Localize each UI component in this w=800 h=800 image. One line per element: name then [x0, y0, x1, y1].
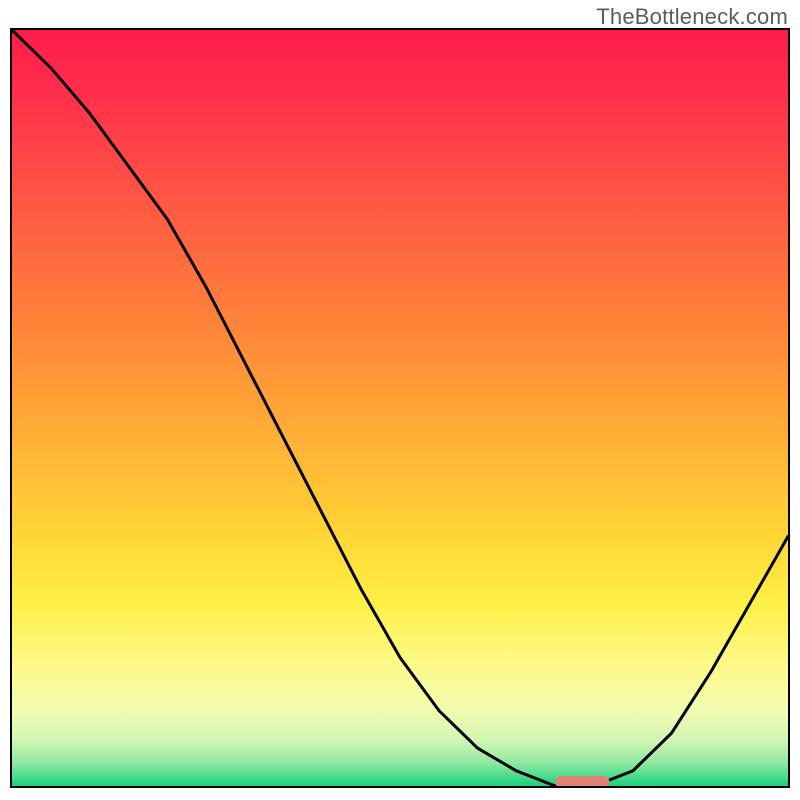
- watermark-text: TheBottleneck.com: [596, 4, 788, 30]
- chart-plot-area: [10, 28, 790, 788]
- optimal-marker: [555, 776, 609, 786]
- chart-svg-layer: [12, 30, 788, 786]
- bottleneck-curve-line: [12, 30, 788, 786]
